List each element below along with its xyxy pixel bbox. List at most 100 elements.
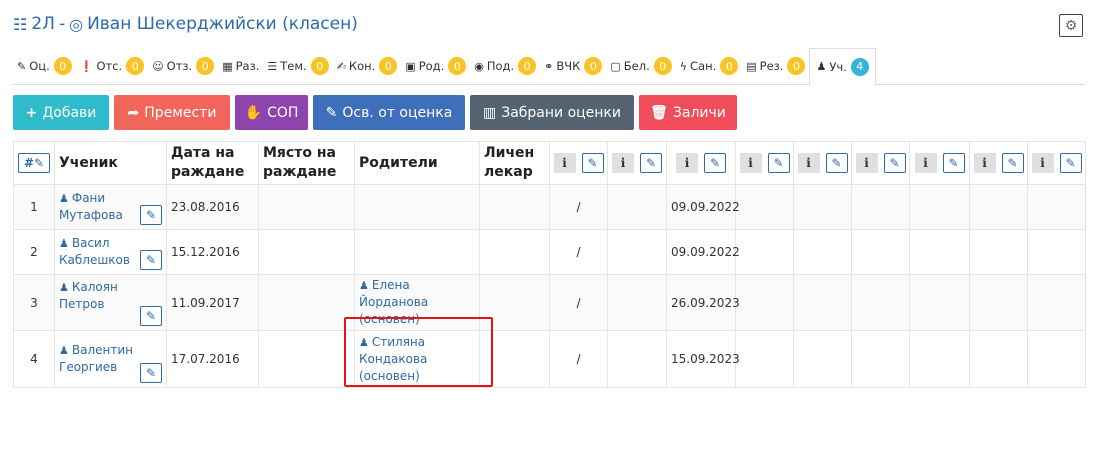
header-extra-3: i ✎ <box>666 141 736 185</box>
header-extra-8: i ✎ <box>969 141 1028 185</box>
student-cell: ♟ Калоян Петров ✎ <box>54 274 167 331</box>
forbid-grades-button[interactable]: ▥ Забрани оценки <box>470 95 634 130</box>
parents-cell <box>354 229 480 275</box>
student-icon: ♟ <box>59 192 69 205</box>
header-extra-5: i ✎ <box>793 141 852 185</box>
doctor-cell <box>479 274 550 331</box>
pencil-icon: ✎ <box>325 104 338 121</box>
add-button[interactable]: + Добави <box>13 95 109 130</box>
tab-tests[interactable]: ✍ Кон. 0 <box>333 48 402 84</box>
student-icon: ♟ <box>59 344 69 357</box>
student-icon: ♟ <box>59 237 69 250</box>
date-cell: 09.09.2022 <box>666 184 740 230</box>
parent-link[interactable]: ♟ Стиляна Кондакова (основен) <box>359 334 475 385</box>
settings-button[interactable]: ⚙ <box>1059 14 1083 37</box>
info-icon[interactable]: i <box>676 153 698 173</box>
tab-badge: 0 <box>584 57 603 75</box>
tab-grades[interactable]: ✎ Оц. 0 <box>13 48 76 84</box>
info-icon[interactable]: i <box>739 153 762 173</box>
handshake-icon: ⚭ <box>544 59 554 73</box>
sop-button[interactable]: ✋ СОП <box>235 95 308 130</box>
tab-schedule[interactable]: ▦ Раз. <box>218 48 263 84</box>
tab-feedback[interactable]: ☺ Отз. 0 <box>148 48 218 84</box>
info-icon[interactable]: i <box>797 153 820 173</box>
edit-icon[interactable]: ✎ <box>883 153 906 173</box>
eye-icon: ◉ <box>474 59 484 73</box>
tab-results[interactable]: ▤ Рез. 0 <box>742 48 809 84</box>
tab-parents[interactable]: ▣ Род. 0 <box>401 48 470 84</box>
hand-icon: ✋ <box>244 104 263 121</box>
delete-button[interactable]: 🗑 Заличи <box>639 95 737 130</box>
edit-student-button[interactable]: ✎ <box>140 363 162 383</box>
tab-badge: 0 <box>720 57 739 75</box>
empty-cell <box>607 330 667 388</box>
tab-students[interactable]: ♟ Уч. 4 <box>809 47 876 86</box>
header-pob: Място на раждане <box>258 141 355 185</box>
empty-cell <box>607 274 667 331</box>
info-icon[interactable]: i <box>612 153 634 173</box>
edit-student-button[interactable]: ✎ <box>140 306 162 326</box>
info-icon[interactable]: i <box>855 153 878 173</box>
teacher-name: Иван Шекерджийски (класен) <box>87 14 358 34</box>
header-extra-2: i ✎ <box>607 141 667 185</box>
edit-student-button[interactable]: ✎ <box>140 205 162 225</box>
students-table: # ✎ Ученик Дата на раждане Място на ражда… <box>13 141 1086 388</box>
list-icon: ☰ <box>267 59 278 73</box>
header-parents: Родители <box>354 141 480 185</box>
header-extra-6: i ✎ <box>851 141 910 185</box>
exempt-grade-button[interactable]: ✎ Осв. от оценка <box>313 95 465 130</box>
edit-icon[interactable]: ✎ <box>767 153 790 173</box>
gear-icon: ⚙ <box>1064 17 1078 34</box>
book-icon: ▥ <box>482 104 497 121</box>
info-icon[interactable]: i <box>973 153 996 173</box>
tab-notes[interactable]: ▢ Бел. 0 <box>606 48 675 84</box>
select-edit-button[interactable]: # ✎ <box>18 153 50 173</box>
student-cell: ♟ Фани Мутафова ✎ <box>54 184 167 230</box>
header-extra-1: i ✎ <box>549 141 608 185</box>
users-icon: ☺ <box>152 59 164 73</box>
note-icon: ▢ <box>610 59 621 73</box>
edit-icon[interactable]: ✎ <box>1059 153 1082 173</box>
tab-topics[interactable]: ☰ Тем. 0 <box>263 48 332 84</box>
empty-cell <box>607 229 667 275</box>
tab-absences[interactable]: ❗ Отс. 0 <box>76 48 148 84</box>
edit-icon[interactable]: ✎ <box>825 153 848 173</box>
doctor-cell <box>479 184 550 230</box>
info-icon[interactable]: i <box>1031 153 1054 173</box>
parents-cell: ♟ Елена Йорданова (основен) <box>354 274 480 331</box>
share-icon: ➦ <box>127 104 140 121</box>
calendar-icon: ▣ <box>405 59 416 73</box>
slash-cell: / <box>549 184 608 230</box>
tab-badge: 0 <box>653 57 672 75</box>
action-toolbar: + Добави ➦ Премести ✋ СОП ✎ Осв. от оценка ▥… <box>13 95 737 130</box>
edit-icon[interactable]: ✎ <box>942 153 965 173</box>
trash-icon: 🗑 <box>650 104 668 121</box>
student-icon: ♟ <box>816 60 827 73</box>
edit-student-button[interactable]: ✎ <box>140 250 162 270</box>
tab-badge: 0 <box>126 57 145 75</box>
date-cell: 09.09.2022 <box>666 229 740 275</box>
student-cell: ♟ Валентин Георгиев ✎ <box>54 330 167 388</box>
doctor-cell <box>479 229 550 275</box>
tab-sanctions[interactable]: ϟ Сан. 0 <box>676 48 743 84</box>
row-num: 2 <box>13 229 55 275</box>
tab-badge: 0 <box>448 57 467 75</box>
tab-support[interactable]: ◉ Под. 0 <box>470 48 540 84</box>
tab-vchk[interactable]: ⚭ ВЧК 0 <box>540 48 606 84</box>
edit-icon[interactable]: ✎ <box>704 153 726 173</box>
edit-icon[interactable]: ✎ <box>640 153 662 173</box>
row-num: 3 <box>13 274 55 331</box>
dob-cell: 17.07.2016 <box>166 330 259 388</box>
info-icon[interactable]: i <box>553 153 576 173</box>
move-button[interactable]: ➦ Премести <box>114 95 230 130</box>
edit-icon[interactable]: ✎ <box>1001 153 1024 173</box>
edit-icon[interactable]: ✎ <box>581 153 604 173</box>
date-cell: 26.09.2023 <box>666 274 740 331</box>
class-name: 2Л <box>31 14 55 34</box>
tab-badge: 0 <box>379 57 398 75</box>
title-separator: - <box>58 14 66 34</box>
header-extra-7: i ✎ <box>909 141 970 185</box>
slash-cell: / <box>549 229 608 275</box>
info-icon[interactable]: i <box>914 153 937 173</box>
parent-link[interactable]: ♟ Елена Йорданова (основен) <box>359 277 475 328</box>
